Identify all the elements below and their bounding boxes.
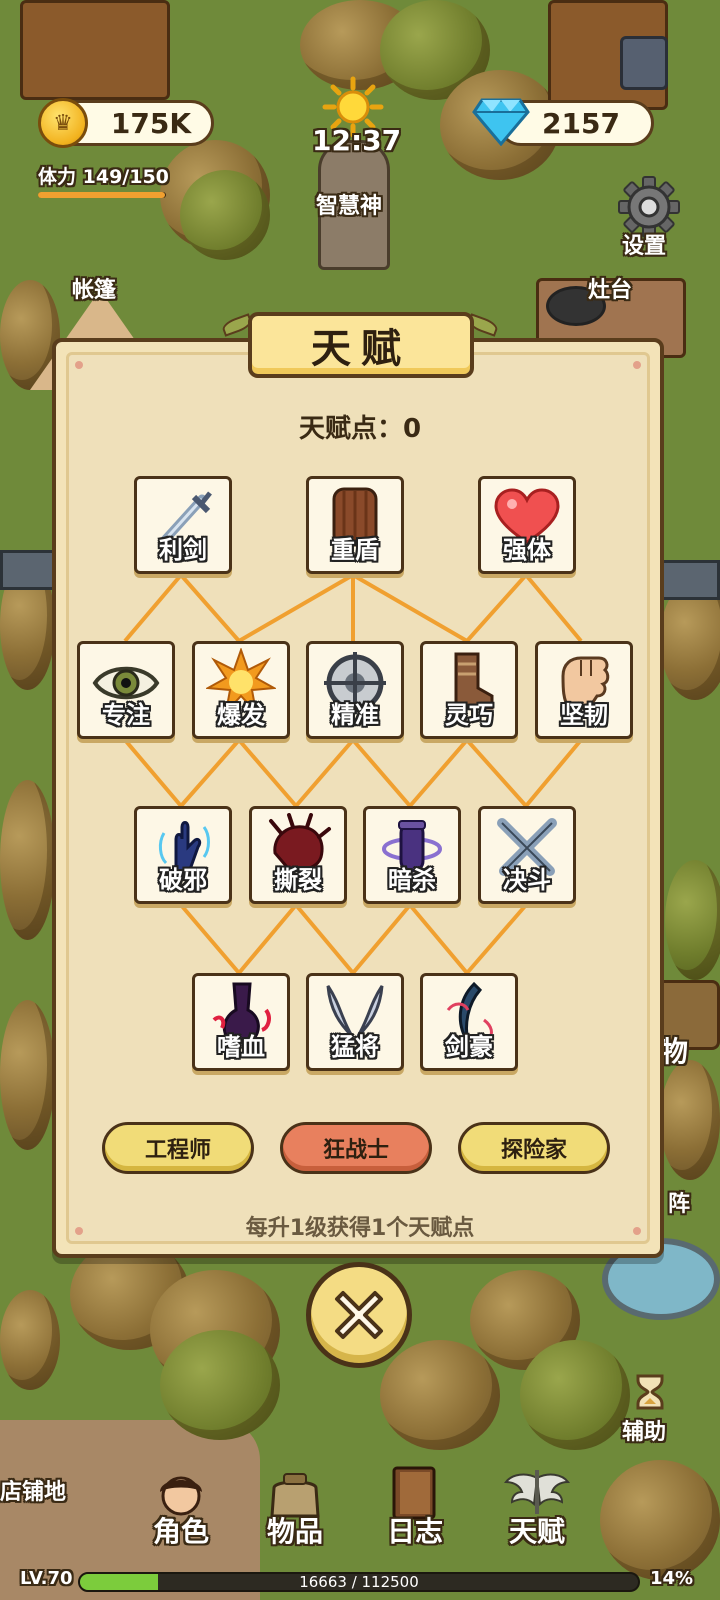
close-icon [335, 1291, 383, 1339]
talent-node-precision[interactable]: 精准 [306, 641, 404, 739]
xp-percent: 14% [650, 1568, 694, 1589]
talent-node-heart[interactable]: 强体 [478, 476, 576, 574]
talent-node-sword[interactable]: 利剑 [134, 476, 232, 574]
nav-log[interactable]: 日志 [360, 1466, 470, 1550]
talent-name: 灵巧 [445, 701, 493, 729]
talent-footer-note: 每升1级获得1个天赋点 [245, 1216, 475, 1241]
nav-label: 日志 [386, 1515, 443, 1548]
talent-node-toughness[interactable]: 坚韧 [535, 641, 633, 739]
talent-node-focus[interactable]: 专注 [77, 641, 175, 739]
nav-talent[interactable]: 天赋 [482, 1470, 592, 1550]
talent-node-exorcise[interactable]: 破邪 [134, 806, 232, 904]
nav-character[interactable]: 角色 [126, 1476, 236, 1550]
nav-items[interactable]: 物品 [240, 1473, 350, 1550]
talent-name: 暗杀 [388, 866, 436, 894]
talent-name: 利剑 [159, 536, 207, 564]
class-tab-explorer[interactable]: 探险家 [458, 1122, 610, 1174]
talent-node-duel[interactable]: 决斗 [478, 806, 576, 904]
talent-name: 坚韧 [560, 701, 608, 729]
talent-name: 精准 [331, 701, 379, 729]
talent-name: 专注 [102, 701, 150, 729]
talent-name: 猛将 [331, 1033, 379, 1061]
talent-name: 破邪 [159, 866, 207, 894]
talent-name: 重盾 [331, 536, 379, 564]
talent-node-shield[interactable]: 重盾 [306, 476, 404, 574]
talent-name: 嗜血 [217, 1033, 265, 1061]
xp-bar: 16663 / 112500 [78, 1572, 640, 1592]
nav-label: 角色 [152, 1515, 209, 1548]
talent-name: 爆发 [217, 701, 265, 729]
talent-name: 决斗 [503, 866, 551, 894]
level-label: LV.70 [20, 1568, 73, 1589]
close-button[interactable] [306, 1262, 412, 1368]
talent-node-bloodlust[interactable]: 嗜血 [192, 973, 290, 1071]
talent-node-warlord[interactable]: 猛将 [306, 973, 404, 1071]
class-tab-berserker[interactable]: 狂战士 [280, 1122, 432, 1174]
talent-name: 剑豪 [445, 1033, 493, 1061]
talent-name: 撕裂 [274, 866, 322, 894]
class-tab-engineer[interactable]: 工程师 [102, 1122, 254, 1174]
xp-text: 16663 / 112500 [299, 1573, 419, 1591]
talent-node-burst[interactable]: 爆发 [192, 641, 290, 739]
talent-node-rend[interactable]: 撕裂 [249, 806, 347, 904]
talent-node-agility[interactable]: 灵巧 [420, 641, 518, 739]
nav-label: 天赋 [508, 1515, 565, 1548]
nav-label: 物品 [266, 1515, 323, 1548]
talent-name: 强体 [503, 536, 551, 564]
talent-node-assassinate[interactable]: 暗杀 [363, 806, 461, 904]
talent-node-swordmaster[interactable]: 剑豪 [420, 973, 518, 1071]
